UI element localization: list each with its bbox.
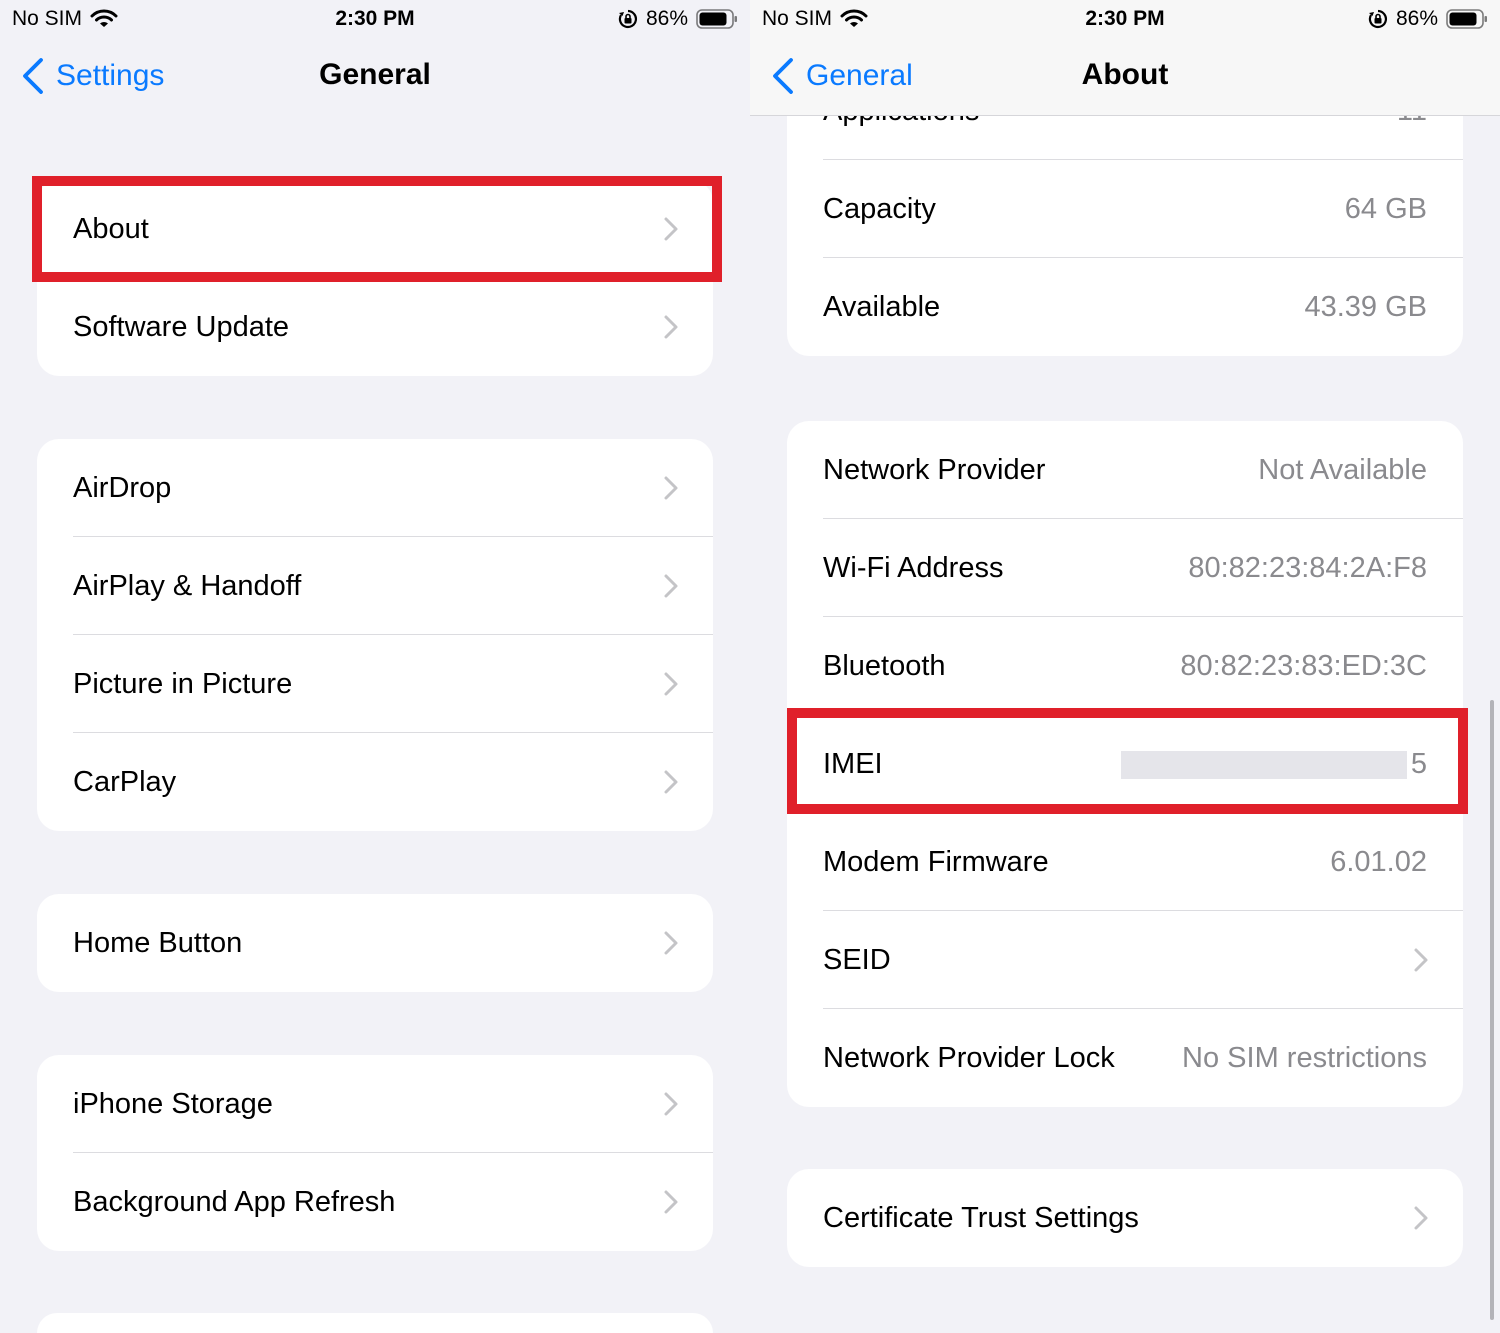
row-label: Certificate Trust Settings [823,1201,1139,1234]
row-label: Network Provider [823,453,1046,486]
row-modem-firmware: Modem Firmware 6.01.02 [787,813,1463,911]
navigation-bar: Settings General [0,40,750,116]
status-right: 86% [618,7,738,31]
about-screen: No SIM 2:30 PM 86% General About Capacit… [750,0,1500,1333]
settings-group-partial [37,1313,713,1333]
row-label: SEID [823,943,891,976]
page-title: About [1081,58,1169,91]
row-value: No SIM restrictions [1182,1041,1427,1074]
status-right: 86% [1368,7,1488,31]
row-network-provider: Network Provider Not Available [787,421,1463,519]
row-value: Not Available [1258,453,1427,486]
row-home-button[interactable]: Home Button [37,894,713,992]
chevron-right-icon [664,931,678,955]
row-airplay-handoff[interactable]: AirPlay & Handoff [37,537,713,635]
row-label: Capacity [823,192,936,225]
settings-group-connectivity: AirDrop AirPlay & Handoff Picture in Pic… [37,439,713,831]
general-settings-screen: No SIM 2:30 PM 86% Settings General Abou… [0,0,750,1333]
settings-group-storage: iPhone Storage Background App Refresh [37,1055,713,1251]
row-label: Home Button [73,926,243,959]
row-label: AirDrop [73,471,172,504]
highlight-about [32,176,722,282]
row-value: 80:82:23:83:ED:3C [1180,649,1427,682]
battery-icon [1446,9,1487,29]
chevron-right-icon [664,1190,678,1214]
chevron-right-icon [1414,948,1428,972]
about-group-certificate: Certificate Trust Settings [787,1169,1463,1267]
chevron-right-icon [664,476,678,500]
row-bluetooth: Bluetooth 80:82:23:83:ED:3C [787,617,1463,715]
row-background-app-refresh[interactable]: Background App Refresh [37,1153,713,1251]
scroll-indicator[interactable] [1490,700,1494,1320]
chevron-right-icon [664,574,678,598]
page-title: General [319,58,431,91]
orientation-lock-icon [1368,9,1387,29]
row-available: Available 43.39 GB [787,258,1463,356]
row-iphone-storage[interactable]: iPhone Storage [37,1055,713,1153]
row-label: Background App Refresh [73,1185,396,1218]
row-picture-in-picture[interactable]: Picture in Picture [37,635,713,733]
status-bar: No SIM 2:30 PM 86% [750,0,1500,40]
row-software-update[interactable]: Software Update [37,278,713,376]
row-seid[interactable]: SEID [787,911,1463,1009]
row-network-provider-lock: Network Provider Lock No SIM restriction… [787,1009,1463,1107]
row-capacity: Capacity 64 GB [787,160,1463,258]
row-label: AirPlay & Handoff [73,569,302,602]
chevron-right-icon [664,315,678,339]
row-label: iPhone Storage [73,1087,273,1120]
row-label: Modem Firmware [823,845,1049,878]
row-airdrop[interactable]: AirDrop [37,439,713,537]
orientation-lock-icon [618,9,637,29]
row-label: Wi-Fi Address [823,551,1004,584]
row-label: Network Provider Lock [823,1041,1115,1074]
row-label: Software Update [73,310,290,343]
row-label: Picture in Picture [73,667,293,700]
status-bar: No SIM 2:30 PM 86% [0,0,750,40]
chevron-right-icon [1414,1206,1428,1230]
row-wifi-address: Wi-Fi Address 80:82:23:84:2A:F8 [787,519,1463,617]
chevron-right-icon [664,1092,678,1116]
row-value: 6.01.02 [1330,845,1427,878]
battery-icon [696,9,737,29]
row-label: CarPlay [73,765,177,798]
chevron-right-icon [664,770,678,794]
battery-percent: 86% [645,7,688,30]
row-carplay[interactable]: CarPlay [37,733,713,831]
row-label: Available [823,290,941,323]
row-certificate-trust-settings[interactable]: Certificate Trust Settings [787,1169,1463,1267]
row-label: Bluetooth [823,649,946,682]
battery-percent: 86% [1395,7,1438,30]
settings-group-home-button: Home Button [37,894,713,992]
row-value: 64 GB [1344,192,1427,225]
navigation-bar: General About [750,40,1500,116]
highlight-imei [787,708,1468,814]
chevron-right-icon [664,672,678,696]
row-value: 43.39 GB [1304,290,1427,323]
row-value: 80:82:23:84:2A:F8 [1188,551,1427,584]
